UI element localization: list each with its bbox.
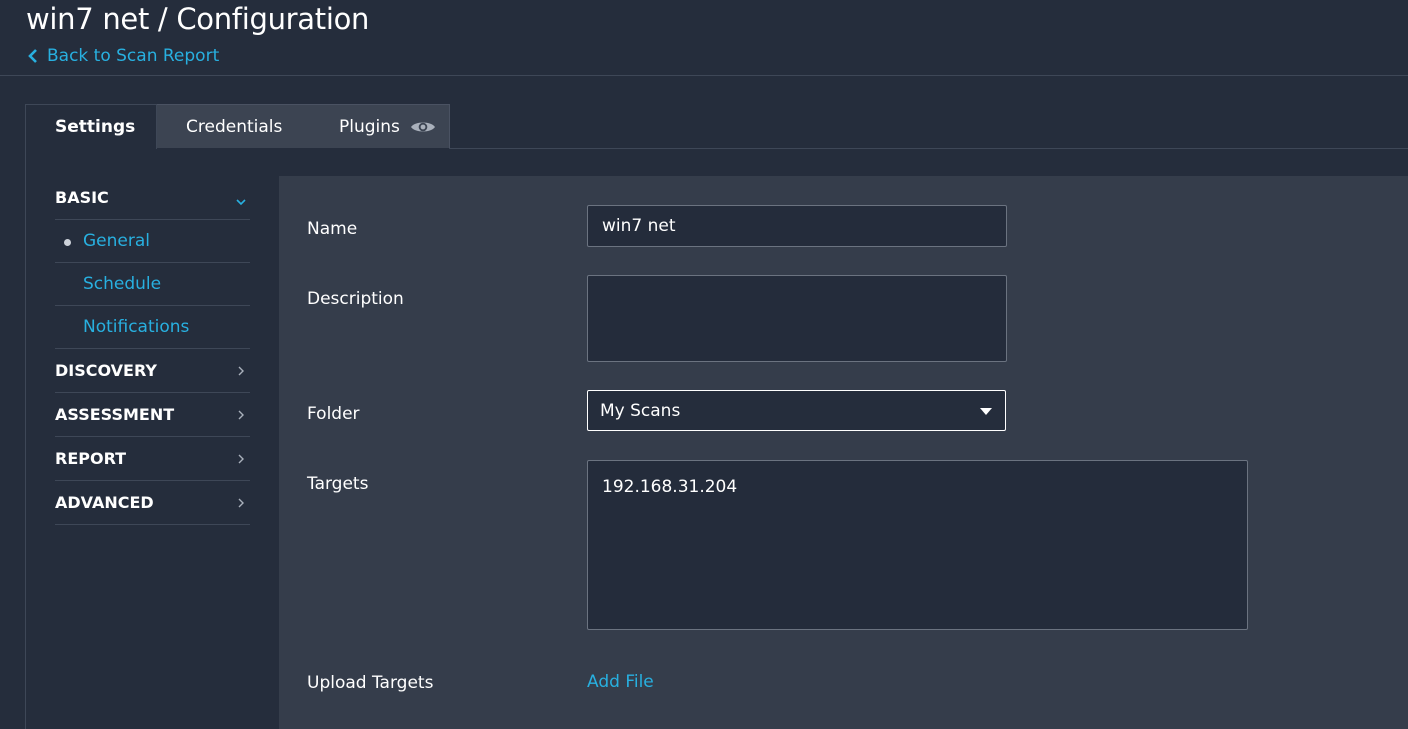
sidebar-item-general[interactable]: General	[55, 220, 250, 263]
tab-plugins-label: Plugins	[339, 117, 400, 137]
sidebar-item-schedule[interactable]: Schedule	[55, 263, 250, 306]
tab-settings[interactable]: Settings	[25, 104, 157, 149]
chevron-right-icon	[238, 410, 244, 419]
sidebar-section-advanced[interactable]: ADVANCED	[55, 481, 250, 525]
sidebar-section-label: BASIC	[55, 188, 109, 207]
sidebar-item-label: Notifications	[83, 317, 190, 337]
sidebar-section-label: ADVANCED	[55, 493, 154, 512]
page-header: win7 net / Configuration Back to Scan Re…	[0, 0, 1408, 76]
targets-label: Targets	[307, 474, 369, 494]
eye-icon[interactable]	[410, 119, 436, 135]
description-textarea[interactable]	[587, 275, 1007, 362]
sidebar-item-notifications[interactable]: Notifications	[55, 306, 250, 349]
sidebar-item-label: Schedule	[83, 274, 162, 294]
sidebar-section-label: REPORT	[55, 449, 127, 468]
name-input[interactable]: win7 net	[587, 205, 1007, 247]
tab-plugins[interactable]: Plugins	[312, 105, 449, 149]
tab-settings-label: Settings	[55, 117, 136, 137]
folder-select-value: My Scans	[600, 400, 681, 421]
targets-textarea[interactable]: 192.168.31.204	[587, 460, 1248, 630]
upload-targets-label: Upload Targets	[307, 673, 434, 693]
caret-down-icon	[980, 408, 992, 415]
description-label: Description	[307, 289, 404, 309]
tab-credentials-label: Credentials	[186, 117, 283, 137]
tab-credentials[interactable]: Credentials	[157, 105, 312, 149]
name-input-value: win7 net	[602, 216, 676, 236]
chevron-right-icon	[238, 454, 244, 463]
chevron-left-icon	[28, 49, 37, 63]
selected-indicator	[64, 239, 71, 246]
config-tabs: Settings Credentials Plugins	[25, 104, 450, 149]
sidebar-section-discovery[interactable]: DISCOVERY	[55, 349, 250, 393]
folder-select[interactable]: My Scans	[587, 390, 1006, 431]
settings-form: Name win7 net Description Folder My Scan…	[279, 176, 1408, 729]
chevron-right-icon	[238, 366, 244, 375]
page-title: win7 net / Configuration	[26, 2, 370, 36]
sidebar-section-label: ASSESSMENT	[55, 405, 175, 424]
settings-sidebar: BASIC General Schedule Notifications DIS…	[55, 176, 250, 525]
sidebar-section-basic[interactable]: BASIC	[55, 176, 250, 220]
chevron-down-icon	[236, 199, 246, 206]
name-label: Name	[307, 219, 358, 239]
sidebar-section-report[interactable]: REPORT	[55, 437, 250, 481]
back-link-label: Back to Scan Report	[47, 46, 220, 66]
add-file-link[interactable]: Add File	[587, 672, 654, 692]
targets-value: 192.168.31.204	[602, 477, 738, 497]
sidebar-item-label: General	[83, 231, 150, 251]
inactive-tabs-group: Credentials Plugins	[157, 104, 450, 148]
chevron-right-icon	[238, 498, 244, 507]
sidebar-section-label: DISCOVERY	[55, 361, 158, 380]
sidebar-section-assessment[interactable]: ASSESSMENT	[55, 393, 250, 437]
folder-label: Folder	[307, 404, 360, 424]
back-to-scan-report-link[interactable]: Back to Scan Report	[27, 46, 219, 66]
